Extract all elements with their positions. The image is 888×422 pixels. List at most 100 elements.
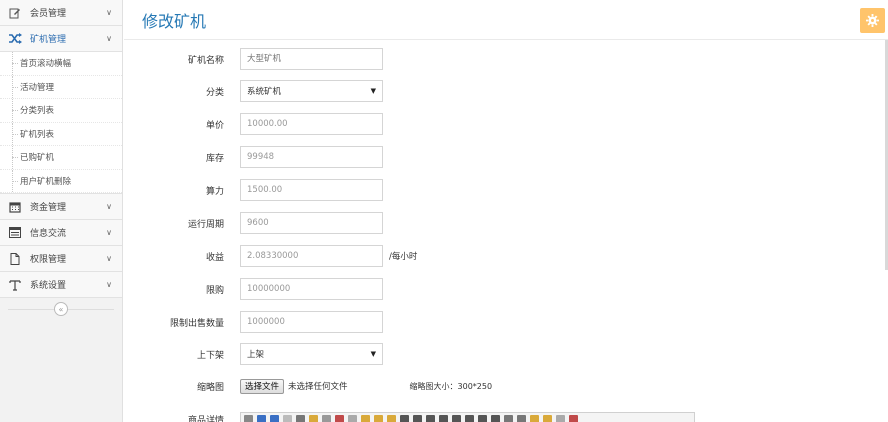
subscript-icon[interactable] bbox=[504, 414, 513, 422]
preview-icon[interactable] bbox=[309, 414, 318, 422]
sale-limit-input[interactable]: 1000000 bbox=[240, 311, 383, 333]
undo-icon[interactable] bbox=[257, 414, 266, 422]
submenu: 首页滚动横幅 活动管理 分类列表 矿机列表 已购矿机 用户矿机删除 bbox=[0, 52, 122, 194]
align-left-icon[interactable] bbox=[400, 414, 409, 422]
submenu-item[interactable]: 用户矿机删除 bbox=[0, 169, 122, 193]
shuffle-icon bbox=[8, 32, 22, 46]
double-chevron-left-icon[interactable]: « bbox=[54, 302, 68, 316]
caret-down-icon: ▼ bbox=[370, 350, 376, 358]
select-value: 系统矿机 bbox=[247, 87, 282, 97]
calendar-icon bbox=[8, 200, 22, 214]
caret-down-icon: ▼ bbox=[370, 87, 376, 95]
ordered-list-icon[interactable] bbox=[452, 414, 461, 422]
select-all-icon[interactable] bbox=[543, 414, 552, 422]
new-doc-icon[interactable] bbox=[283, 414, 292, 422]
special-char-icon[interactable] bbox=[569, 414, 578, 422]
print-icon[interactable] bbox=[296, 414, 305, 422]
copy-icon[interactable] bbox=[348, 414, 357, 422]
main-content: 修改矿机 矿机名称 分类 系统矿机 ▼ 单价 bbox=[124, 0, 888, 422]
indent-icon[interactable] bbox=[478, 414, 487, 422]
form-row-name: 矿机名称 bbox=[124, 48, 383, 70]
field-label: 分类 bbox=[205, 87, 224, 98]
income-input[interactable]: 2.08330000 bbox=[240, 245, 383, 267]
submenu-item[interactable]: 分类列表 bbox=[0, 99, 122, 123]
settings-button[interactable] bbox=[860, 8, 885, 33]
chevron-down-icon: ∨ bbox=[106, 228, 112, 237]
source-icon[interactable] bbox=[244, 414, 253, 422]
miner-name-input[interactable] bbox=[240, 48, 383, 70]
form-row-status: 上下架 上架 ▼ bbox=[124, 343, 383, 365]
field-label: 收益 bbox=[205, 252, 224, 263]
file-icon bbox=[8, 252, 22, 266]
form-row-sale-limit: 限制出售数量 1000000 bbox=[124, 311, 383, 333]
cut-icon[interactable] bbox=[335, 414, 344, 422]
gear-icon bbox=[866, 14, 879, 27]
form-row-category: 分类 系统矿机 ▼ bbox=[124, 80, 383, 102]
field-label: 缩略图 bbox=[196, 382, 224, 393]
cursor-icon[interactable] bbox=[556, 414, 565, 422]
clear-format-icon[interactable] bbox=[530, 414, 539, 422]
select-value: 上架 bbox=[247, 350, 265, 360]
template-icon[interactable] bbox=[322, 414, 331, 422]
sidebar-item-messages[interactable]: 信息交流 ∨ bbox=[0, 220, 122, 246]
field-label: 算力 bbox=[205, 186, 224, 197]
editor-toolbar bbox=[240, 412, 695, 422]
sidebar-item-funds[interactable]: 资金管理 ∨ bbox=[0, 194, 122, 220]
page-header: 修改矿机 bbox=[124, 0, 888, 40]
submenu-item[interactable]: 首页滚动横幅 bbox=[0, 52, 122, 76]
field-label: 矿机名称 bbox=[187, 55, 224, 66]
field-label: 商品详情 bbox=[187, 415, 224, 422]
sidebar-item-label: 会员管理 bbox=[30, 9, 67, 19]
sidebar-item-label: 权限管理 bbox=[30, 255, 67, 265]
form-row-stock: 库存 99948 bbox=[124, 146, 383, 168]
chevron-down-icon: ∨ bbox=[106, 8, 112, 17]
chevron-down-icon: ∨ bbox=[106, 202, 112, 211]
outdent-icon[interactable] bbox=[491, 414, 500, 422]
form-row-thumbnail: 缩略图 选择文件 未选择任何文件 缩略图大小：300*250 bbox=[124, 375, 492, 397]
text-icon bbox=[8, 278, 22, 292]
stock-input[interactable]: 99948 bbox=[240, 146, 383, 168]
paste-text-icon[interactable] bbox=[374, 414, 383, 422]
align-justify-icon[interactable] bbox=[439, 414, 448, 422]
sidebar-item-miner[interactable]: 矿机管理 ∨ bbox=[0, 26, 122, 52]
sidebar-item-label: 矿机管理 bbox=[30, 35, 67, 45]
chevron-down-icon: ∨ bbox=[106, 34, 112, 43]
redo-icon[interactable] bbox=[270, 414, 279, 422]
superscript-icon[interactable] bbox=[517, 414, 526, 422]
paste-icon[interactable] bbox=[361, 414, 370, 422]
hashrate-input[interactable]: 1500.00 bbox=[240, 179, 383, 201]
price-input[interactable]: 10000.00 bbox=[240, 113, 383, 135]
list-icon bbox=[8, 226, 22, 240]
sidebar-collapse: « bbox=[0, 298, 122, 320]
unordered-list-icon[interactable] bbox=[465, 414, 474, 422]
sidebar-item-label: 系统设置 bbox=[30, 281, 67, 291]
status-select[interactable]: 上架 ▼ bbox=[240, 343, 383, 365]
form-row-price: 单价 10000.00 bbox=[124, 113, 383, 135]
thumbnail-size-hint: 缩略图大小：300*250 bbox=[409, 381, 493, 391]
paste-word-icon[interactable] bbox=[387, 414, 396, 422]
align-right-icon[interactable] bbox=[426, 414, 435, 422]
edit-icon bbox=[8, 6, 22, 20]
income-unit: /每小时 bbox=[389, 252, 418, 262]
purchase-limit-input[interactable]: 10000000 bbox=[240, 278, 383, 300]
field-label: 限购 bbox=[205, 285, 224, 296]
category-select[interactable]: 系统矿机 ▼ bbox=[240, 80, 383, 102]
align-center-icon[interactable] bbox=[413, 414, 422, 422]
submenu-item[interactable]: 矿机列表 bbox=[0, 122, 122, 146]
field-label: 限制出售数量 bbox=[169, 318, 224, 329]
submenu-item[interactable]: 已购矿机 bbox=[0, 146, 122, 170]
file-status-text: 未选择任何文件 bbox=[288, 382, 348, 392]
form-row-period: 运行周期 9600 bbox=[124, 212, 383, 234]
chevron-down-icon: ∨ bbox=[106, 254, 112, 263]
field-label: 库存 bbox=[205, 153, 224, 164]
sidebar-item-member[interactable]: 会员管理 ∨ bbox=[0, 0, 122, 26]
sidebar: 会员管理 ∨ 矿机管理 ∨ 首页滚动横幅 活动管理 分类列表 矿机列表 已购矿机… bbox=[0, 0, 123, 422]
form-row-income: 收益 2.08330000 /每小时 bbox=[124, 245, 417, 267]
submenu-item[interactable]: 活动管理 bbox=[0, 75, 122, 99]
sidebar-item-settings[interactable]: 系统设置 ∨ bbox=[0, 272, 122, 298]
sidebar-item-permissions[interactable]: 权限管理 ∨ bbox=[0, 246, 122, 272]
form-row-limit: 限购 10000000 bbox=[124, 278, 383, 300]
sidebar-item-label: 信息交流 bbox=[30, 229, 67, 239]
period-input[interactable]: 9600 bbox=[240, 212, 383, 234]
choose-file-button[interactable]: 选择文件 bbox=[240, 378, 285, 394]
